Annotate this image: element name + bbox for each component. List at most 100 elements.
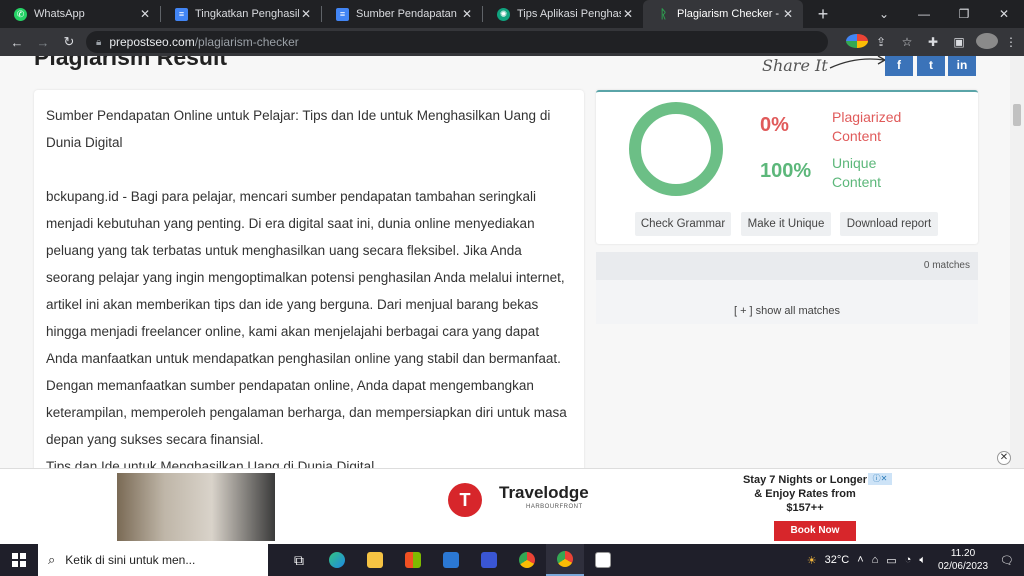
back-icon[interactable]: ← bbox=[4, 35, 30, 50]
docs-icon: ≡ bbox=[336, 7, 349, 21]
mail-icon[interactable] bbox=[432, 544, 470, 576]
tab-whatsapp[interactable]: ✆ WhatsApp ✕ bbox=[0, 0, 160, 28]
tab-close-icon[interactable]: ✕ bbox=[460, 7, 474, 21]
chatgpt-icon: ✺ bbox=[497, 7, 510, 21]
url-bar[interactable]: 🔒︎ prepostseo.com/plagiarism-checker bbox=[86, 31, 828, 53]
scrollbar-thumb[interactable] bbox=[1013, 104, 1021, 126]
wifi-icon[interactable]: ◔ bbox=[905, 554, 912, 566]
tab-close-icon[interactable]: ✕ bbox=[138, 7, 152, 21]
lock-icon[interactable]: 🔒︎ bbox=[96, 37, 101, 48]
menu-icon[interactable]: ⋮ bbox=[1000, 35, 1022, 49]
check-grammar-button[interactable]: Check Grammar bbox=[635, 212, 731, 236]
whatsapp-icon: ✆ bbox=[14, 7, 27, 21]
download-report-button[interactable]: Download report bbox=[840, 212, 938, 236]
page-scrollbar[interactable] bbox=[1010, 56, 1024, 468]
extensions-icon[interactable]: ✚ bbox=[922, 35, 944, 49]
ad-close-button[interactable]: ✕ bbox=[997, 451, 1011, 465]
file-explorer-icon[interactable] bbox=[356, 544, 394, 576]
plagiarized-label: Plagiarized Content bbox=[832, 109, 902, 144]
battery-icon[interactable]: ▭ bbox=[886, 554, 896, 567]
tab-sumber[interactable]: ≡ Sumber Pendapatan Onli ✕ bbox=[322, 0, 482, 28]
close-icon[interactable]: ✕ bbox=[984, 0, 1024, 28]
ad-banner[interactable]: T Travelodge HARBOURFRONT Stay 7 Nights … bbox=[0, 468, 1024, 544]
minimize-icon[interactable]: — bbox=[904, 0, 944, 28]
facebook-share-button[interactable]: f bbox=[885, 56, 913, 76]
search-icon: ⌕ bbox=[48, 552, 56, 567]
tab-close-icon[interactable]: ✕ bbox=[299, 7, 313, 21]
article-subheading: Tips dan Ide untuk Menghasilkan Uang di … bbox=[46, 459, 375, 468]
url-host: prepostseo.com bbox=[109, 35, 195, 49]
network-icon[interactable]: ⌂ bbox=[872, 554, 879, 566]
chrome-active-icon[interactable] bbox=[546, 544, 584, 576]
reload-icon[interactable]: ↻ bbox=[56, 34, 82, 50]
solitaire-icon[interactable] bbox=[584, 544, 622, 576]
page-title: Plagiarism Result bbox=[34, 56, 228, 70]
tab-close-icon[interactable]: ✕ bbox=[781, 7, 795, 21]
travelodge-logo-icon: T bbox=[448, 483, 482, 517]
google-icon[interactable] bbox=[844, 33, 868, 51]
notification-icon[interactable]: 🗨︎ bbox=[1000, 554, 1014, 567]
unique-label: Unique Content bbox=[832, 155, 882, 190]
article-title: Sumber Pendapatan Online untuk Pelajar: … bbox=[46, 108, 551, 150]
plagiarized-percent: 0% bbox=[760, 114, 789, 136]
browser-tab-strip: ✆ WhatsApp ✕ ≡ Tingkatkan Penghasilan A … bbox=[0, 0, 1024, 28]
windows-taskbar: ⌕ Ketik di sini untuk men... ⧉ ☀ 32°C ˄ … bbox=[0, 544, 1024, 576]
taskbar-search-box[interactable]: ⌕ Ketik di sini untuk men... bbox=[38, 544, 268, 576]
volume-icon[interactable]: 🔈︎ bbox=[919, 554, 926, 567]
docs-icon: ≡ bbox=[175, 7, 188, 21]
linkedin-share-button[interactable]: in bbox=[948, 56, 976, 76]
book-now-button[interactable]: Book Now bbox=[774, 521, 856, 541]
ad-hotel-room-image[interactable] bbox=[117, 473, 275, 541]
task-view-icon[interactable]: ⧉ bbox=[280, 544, 318, 576]
new-tab-button[interactable]: + bbox=[809, 4, 837, 25]
weather-temp[interactable]: 32°C bbox=[825, 554, 850, 566]
start-button[interactable] bbox=[0, 544, 38, 576]
tab-label: Plagiarism Checker - Free bbox=[677, 8, 781, 20]
chrome-icon[interactable] bbox=[508, 544, 546, 576]
tab-label: Tingkatkan Penghasilan A bbox=[195, 8, 299, 20]
prepostseo-icon: ᚱ bbox=[659, 7, 668, 21]
app-icon[interactable] bbox=[470, 544, 508, 576]
tab-tips[interactable]: ✺ Tips Aplikasi Penghasil U ✕ bbox=[483, 0, 643, 28]
tab-label: Tips Aplikasi Penghasil U bbox=[517, 8, 621, 20]
share-icon[interactable]: ⇪ bbox=[870, 35, 892, 49]
forward-icon[interactable]: → bbox=[30, 35, 56, 50]
search-placeholder: Ketik di sini untuk men... bbox=[65, 553, 196, 567]
toolbar-actions: ⇪ ☆ ✚ ▣ ⋮ bbox=[842, 28, 1024, 56]
url-path: /plagiarism-checker bbox=[194, 35, 299, 49]
clock-time: 11.20 bbox=[950, 548, 976, 559]
restore-icon[interactable]: ❐ bbox=[944, 0, 984, 28]
unique-percent: 100% bbox=[760, 160, 812, 182]
share-arrow-icon bbox=[829, 56, 887, 69]
show-all-matches-link[interactable]: [ + ] show all matches bbox=[596, 280, 978, 324]
bookmark-star-icon[interactable]: ☆ bbox=[896, 35, 918, 49]
page-viewport: Plagiarism Result Share It f t in Sumber… bbox=[0, 56, 1010, 468]
windows-logo-icon bbox=[12, 553, 26, 567]
tab-close-icon[interactable]: ✕ bbox=[621, 7, 635, 21]
checked-text-panel: Sumber Pendapatan Online untuk Pelajar: … bbox=[34, 90, 584, 468]
chevron-down-icon[interactable]: ⌄ bbox=[864, 0, 904, 28]
matches-count: 0 matches bbox=[596, 252, 978, 280]
avatar[interactable] bbox=[974, 32, 998, 52]
edge-icon[interactable] bbox=[318, 544, 356, 576]
side-panel-icon[interactable]: ▣ bbox=[948, 35, 970, 49]
result-donut-chart bbox=[629, 102, 723, 196]
window-controls: ⌄ — ❐ ✕ bbox=[864, 0, 1024, 28]
taskbar-clock[interactable]: 11.20 02/06/2023 bbox=[938, 547, 988, 573]
article-body: bckupang.id - Bagi para pelajar, mencari… bbox=[46, 189, 567, 447]
system-tray: ☀ 32°C ˄ ⌂ ▭ ◔ 🔈︎ 11.20 02/06/2023 🗨︎ bbox=[803, 544, 1024, 576]
adchoices-icon[interactable]: ⓘ✕ bbox=[868, 473, 892, 485]
tab-label: Sumber Pendapatan Onli bbox=[356, 8, 460, 20]
result-summary-card: 0% Plagiarized Content 100% Unique Conte… bbox=[596, 90, 978, 244]
weather-icon[interactable]: ☀ bbox=[807, 554, 817, 567]
make-unique-button[interactable]: Make it Unique bbox=[741, 212, 831, 236]
tab-plagiarism-checker[interactable]: ᚱ Plagiarism Checker - Free ✕ bbox=[643, 0, 803, 28]
tab-tingkatkan[interactable]: ≡ Tingkatkan Penghasilan A ✕ bbox=[161, 0, 321, 28]
address-toolbar: ← → ↻ 🔒︎ prepostseo.com/plagiarism-check… bbox=[0, 28, 1024, 56]
taskbar-apps: ⧉ bbox=[280, 544, 622, 576]
microsoft-store-icon[interactable] bbox=[394, 544, 432, 576]
ad-brand: Travelodge bbox=[499, 483, 589, 502]
chevron-up-icon[interactable]: ˄ bbox=[857, 554, 863, 566]
clock-date: 02/06/2023 bbox=[937, 561, 989, 572]
twitter-share-button[interactable]: t bbox=[917, 56, 945, 76]
